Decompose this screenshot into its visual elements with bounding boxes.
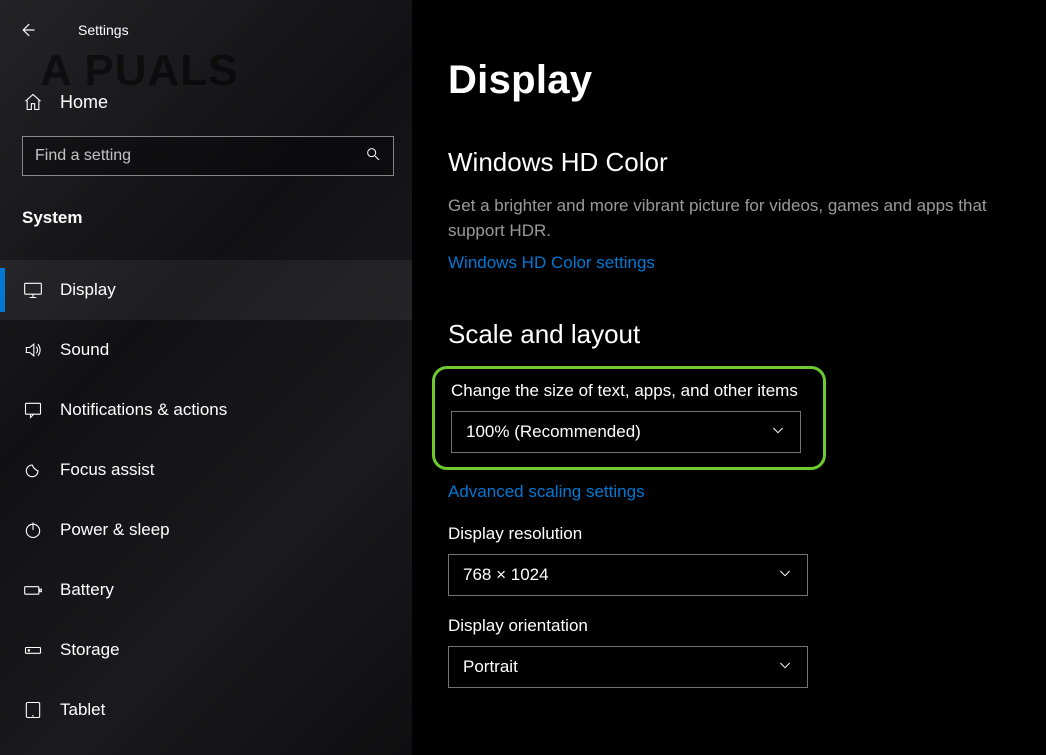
chevron-down-icon <box>777 657 793 678</box>
tablet-icon <box>22 699 44 721</box>
home-nav[interactable]: Home <box>0 78 412 126</box>
nav-list: Display Sound Notifications & actions Fo… <box>0 260 412 740</box>
resolution-label: Display resolution <box>448 524 1006 544</box>
search-box[interactable] <box>22 136 394 176</box>
resolution-dropdown[interactable]: 768 × 1024 <box>448 554 808 596</box>
scale-highlight-box: Change the size of text, apps, and other… <box>432 366 826 470</box>
home-label: Home <box>60 92 108 113</box>
sidebar-item-label: Notifications & actions <box>60 400 227 420</box>
sidebar-item-label: Battery <box>60 580 114 600</box>
orientation-value: Portrait <box>463 657 518 677</box>
orientation-field: Display orientation Portrait <box>448 616 1006 688</box>
scale-size-label: Change the size of text, apps, and other… <box>451 381 807 401</box>
notifications-icon <box>22 399 44 421</box>
orientation-label: Display orientation <box>448 616 1006 636</box>
sidebar-top-row: Settings <box>0 10 412 50</box>
scale-size-value: 100% (Recommended) <box>466 422 641 442</box>
sidebar-item-battery[interactable]: Battery <box>0 560 412 620</box>
hd-color-section: Windows HD Color Get a brighter and more… <box>448 147 1006 273</box>
hd-color-description: Get a brighter and more vibrant picture … <box>448 194 1006 243</box>
resolution-value: 768 × 1024 <box>463 565 549 585</box>
sidebar-item-notifications[interactable]: Notifications & actions <box>0 380 412 440</box>
search-icon <box>365 146 381 167</box>
settings-title: Settings <box>78 22 129 38</box>
settings-sidebar: Settings A PUALS Home System Display <box>0 0 412 755</box>
sidebar-item-label: Display <box>60 280 116 300</box>
scale-size-dropdown[interactable]: 100% (Recommended) <box>451 411 801 453</box>
search-container <box>22 136 394 176</box>
sidebar-item-label: Storage <box>60 640 120 660</box>
home-icon <box>22 91 44 113</box>
sidebar-item-label: Sound <box>60 340 109 360</box>
sidebar-item-label: Focus assist <box>60 460 154 480</box>
chevron-down-icon <box>770 422 786 443</box>
resolution-field: Display resolution 768 × 1024 <box>448 524 1006 596</box>
hd-color-heading: Windows HD Color <box>448 147 1006 178</box>
sidebar-item-label: Power & sleep <box>60 520 170 540</box>
sidebar-item-sound[interactable]: Sound <box>0 320 412 380</box>
sidebar-item-label: Tablet <box>60 700 105 720</box>
page-title: Display <box>448 58 1006 103</box>
sidebar-item-power-sleep[interactable]: Power & sleep <box>0 500 412 560</box>
chevron-down-icon <box>777 565 793 586</box>
storage-icon <box>22 639 44 661</box>
content-area: Display Windows HD Color Get a brighter … <box>412 0 1046 755</box>
scale-layout-section: Scale and layout Change the size of text… <box>448 319 1006 688</box>
section-system-label: System <box>0 190 412 242</box>
sidebar-item-tablet[interactable]: Tablet <box>0 680 412 740</box>
orientation-dropdown[interactable]: Portrait <box>448 646 808 688</box>
sidebar-item-storage[interactable]: Storage <box>0 620 412 680</box>
hd-color-settings-link[interactable]: Windows HD Color settings <box>448 253 655 273</box>
search-input[interactable] <box>35 147 365 165</box>
advanced-scaling-link[interactable]: Advanced scaling settings <box>448 482 645 502</box>
scale-layout-heading: Scale and layout <box>448 319 1006 350</box>
sidebar-item-focus-assist[interactable]: Focus assist <box>0 440 412 500</box>
sidebar-item-display[interactable]: Display <box>0 260 412 320</box>
sound-icon <box>22 339 44 361</box>
display-icon <box>22 279 44 301</box>
back-button[interactable] <box>18 10 58 50</box>
focus-assist-icon <box>22 459 44 481</box>
power-icon <box>22 519 44 541</box>
battery-icon <box>22 579 44 601</box>
